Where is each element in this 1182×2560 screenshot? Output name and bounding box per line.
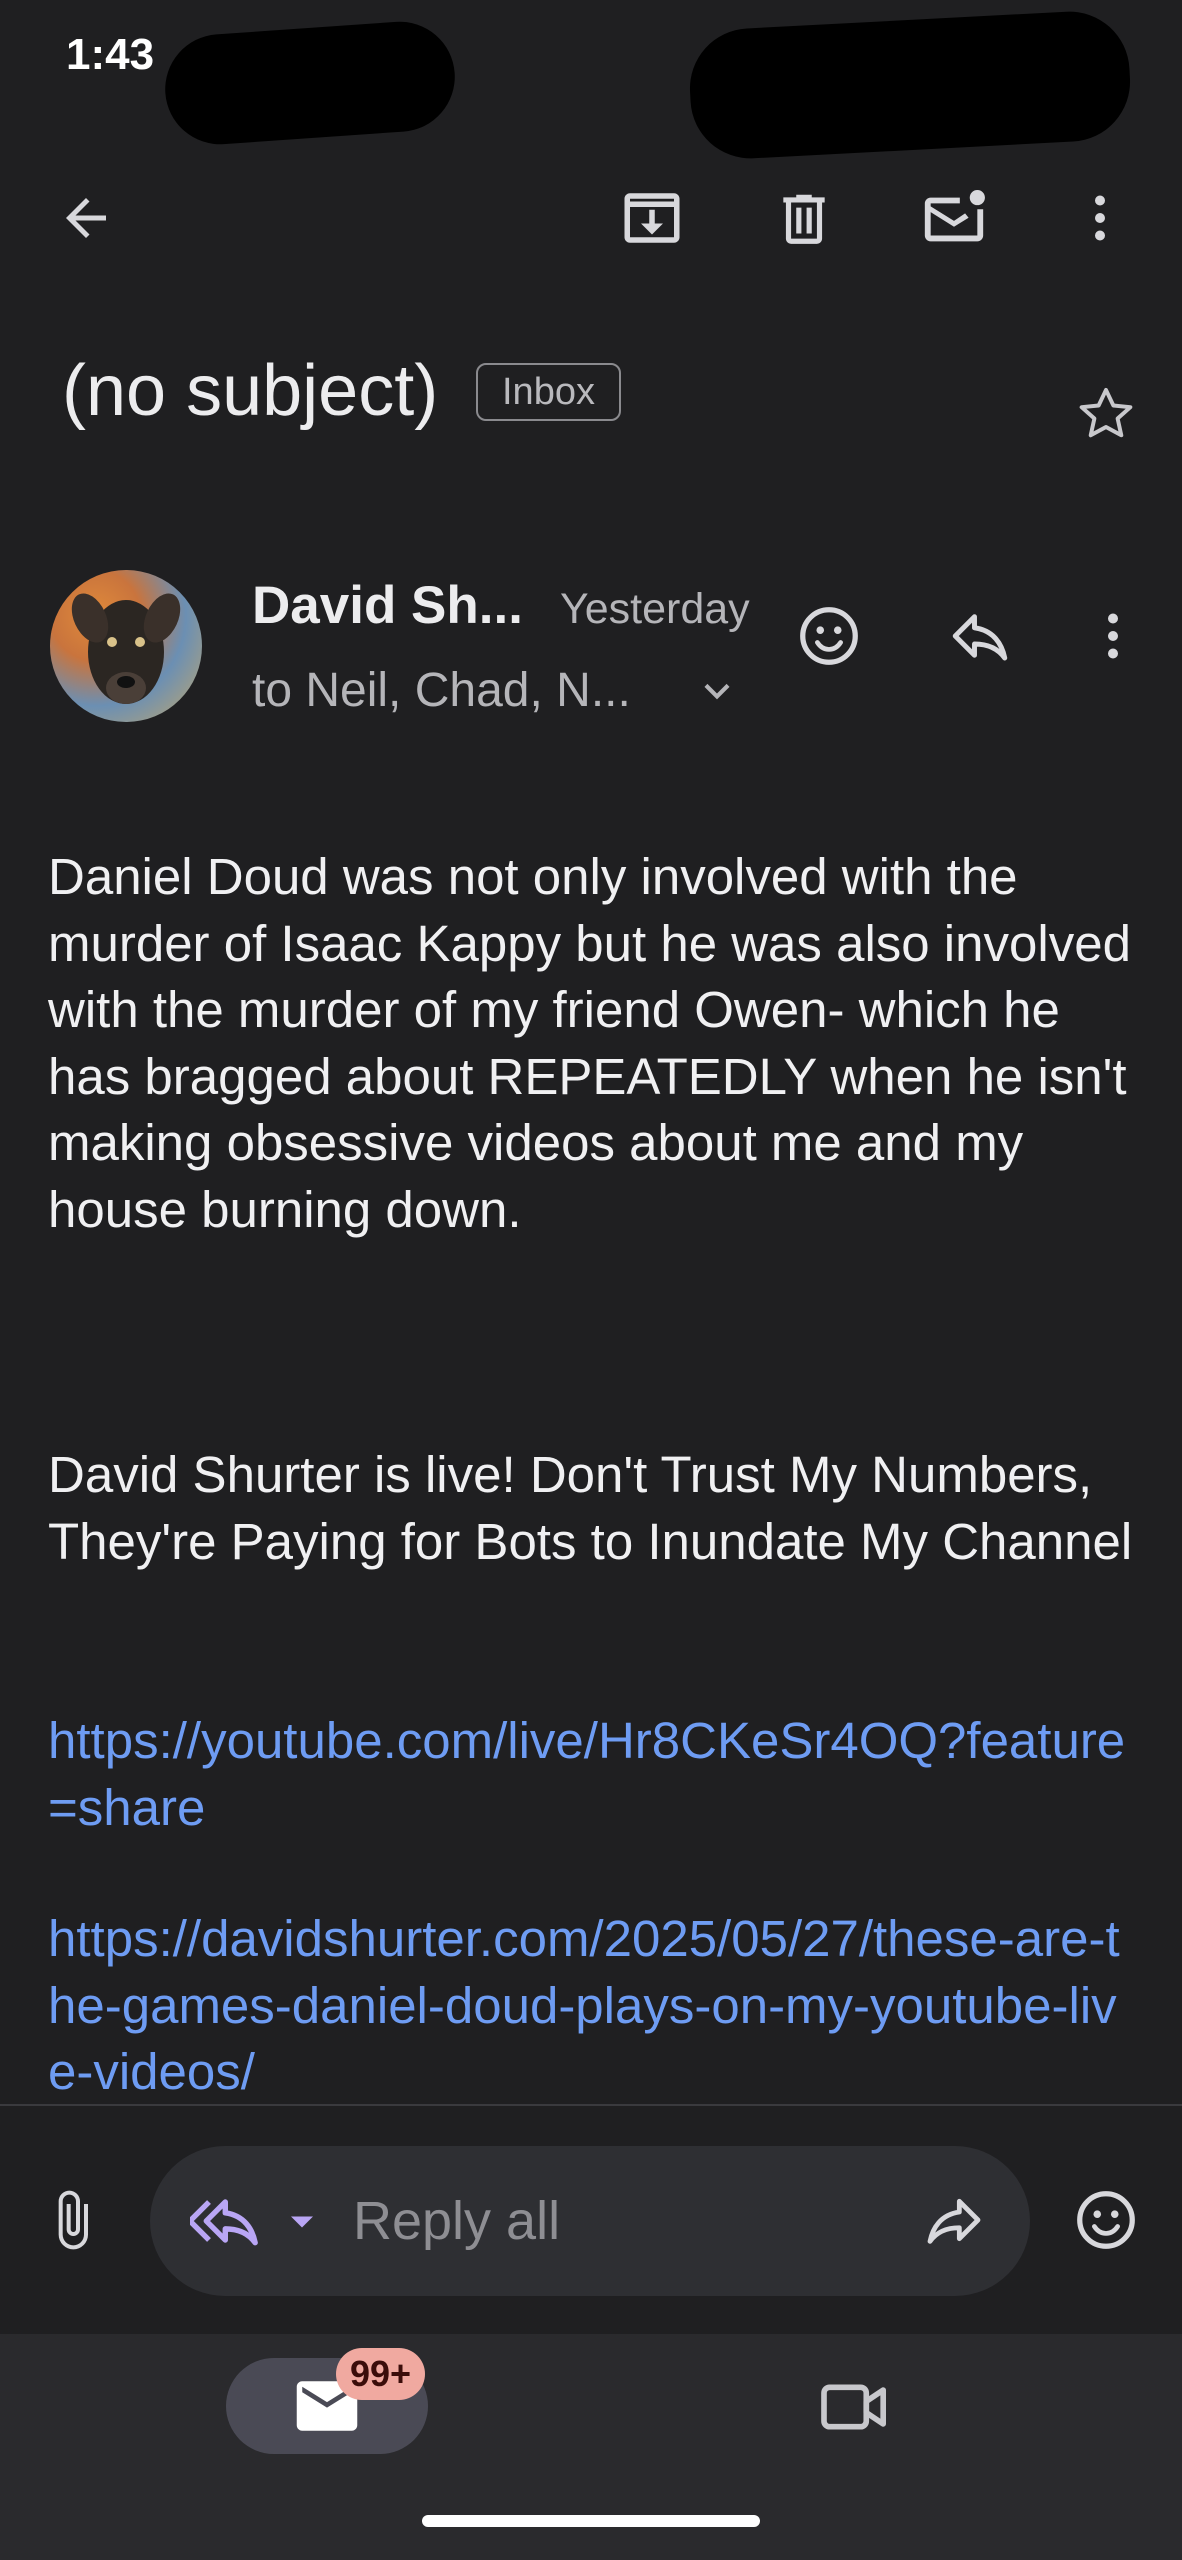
forward-button[interactable] [912,2178,996,2262]
reply-icon [952,614,1008,661]
sender-avatar[interactable] [50,570,202,722]
add-reaction-button[interactable] [787,594,871,678]
emoji-react-button[interactable] [1064,2178,1148,2262]
body-paragraph-2: David Shurter is live! Don't Trust My Nu… [48,1446,1133,1570]
email-subject: (no subject) [62,351,439,431]
nav-meet-tab[interactable] [818,2376,892,2438]
arrow-left-icon [66,198,106,238]
reply-all-icon [190,2199,258,2246]
archive-button[interactable] [610,176,694,260]
more-options-button[interactable] [1058,176,1142,260]
body-link-website[interactable]: https://davidshurter.com/2025/05/27/thes… [48,1906,1138,2106]
trash-icon [783,194,825,244]
forward-icon [927,2198,981,2244]
chevron-down-icon [704,683,730,700]
emoji-icon [1077,2191,1135,2249]
mark-unread-button[interactable] [912,176,996,260]
caret-down-icon [291,2216,313,2228]
reply-divider [0,2104,1182,2106]
paperclip-icon [58,2190,88,2250]
dog-avatar-image [71,593,181,704]
more-vert-icon [1095,195,1105,241]
sender-name[interactable]: David Sh... [252,575,523,636]
body-paragraph-1: Daniel Doud was not only involved with t… [48,848,1131,1238]
video-camera-icon [821,2384,887,2430]
home-indicator[interactable] [422,2515,760,2527]
message-more-button[interactable] [1071,594,1155,678]
redaction-mark-left [161,18,459,148]
recipients-summary[interactable]: to Neil, Chad, N... [252,663,631,718]
reply-mode-dropdown[interactable] [280,2200,324,2244]
reply-all-placeholder[interactable]: Reply all [353,2190,560,2252]
attach-button[interactable] [30,2178,114,2262]
back-button[interactable] [44,176,128,260]
star-button[interactable] [1064,372,1148,456]
unread-count-badge: 99+ [336,2348,426,2400]
archive-icon [624,193,680,243]
redaction-mark-right [686,8,1134,162]
more-vert-icon [1108,613,1118,659]
reply-button[interactable] [938,594,1022,678]
emoji-icon [800,607,858,665]
star-icon [1079,387,1133,438]
status-time: 1:43 [66,30,155,79]
body-link-youtube[interactable]: https://youtube.com/live/Hr8CKeSr4OQ?fea… [48,1708,1138,1841]
delete-button[interactable] [762,176,846,260]
email-date: Yesterday [560,585,750,633]
mark-unread-icon [924,190,985,242]
reply-all-mode-icon[interactable] [190,2186,266,2256]
inbox-label-chip[interactable]: Inbox [476,363,621,421]
expand-recipients-button[interactable] [692,666,742,716]
